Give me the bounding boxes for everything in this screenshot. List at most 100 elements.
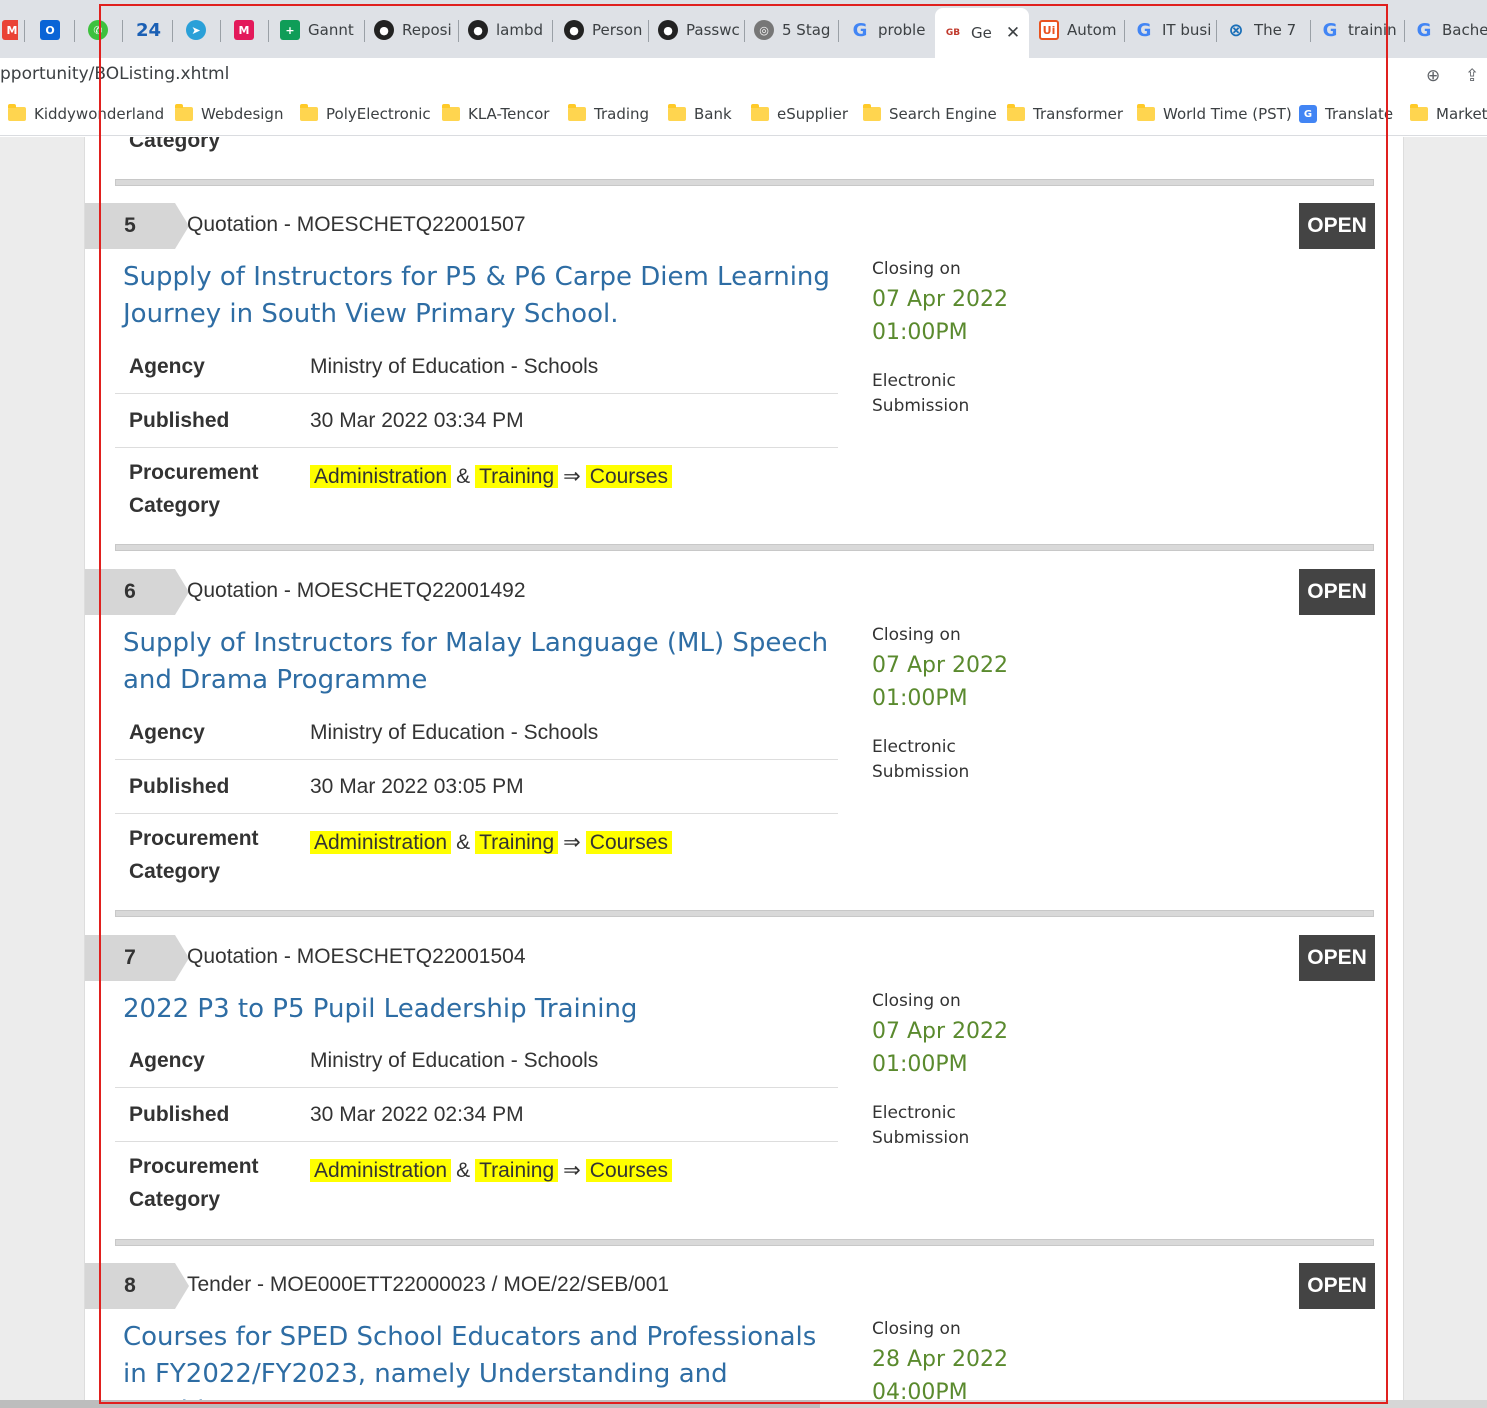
published-row: Published 30 Mar 2022 03:05 PM <box>115 760 838 814</box>
page-viewport: Category 5 Quotation - MOESCHETQ22001507… <box>0 137 1487 1408</box>
item-title-link[interactable]: 2022 P3 to P5 Pupil Leadership Training <box>123 991 843 1028</box>
outlook-icon: O <box>40 20 60 40</box>
item-divider <box>115 1239 1374 1246</box>
closing-date: 07 Apr 2022 01:00PM <box>872 1019 1009 1077</box>
opportunity-item-5: 5 Quotation - MOESCHETQ22001507 OPEN Sup… <box>85 203 1405 543</box>
tab-24[interactable]: 24 <box>128 12 172 48</box>
tab-5-stages[interactable]: ◎ 5 Stag <box>746 12 836 48</box>
item-details: Agency Ministry of Education - Schools P… <box>115 1035 838 1222</box>
tab-the-7[interactable]: ⊗ The 7 <box>1218 12 1308 48</box>
status-badge: OPEN <box>1299 569 1375 615</box>
item-title-link[interactable]: Courses for SPED School Educators and Pr… <box>123 1319 843 1408</box>
bookmark-transformer[interactable]: Transformer <box>1007 104 1123 123</box>
item-number: 8 <box>85 1263 189 1309</box>
procurement-category-row: Procurement Category Administration & Train… <box>115 1142 838 1222</box>
gmail-icon: M <box>2 20 18 40</box>
tab-whatsapp[interactable]: ✆ <box>80 12 120 48</box>
procurement-category-value: Administration & Training ⇒ Courses <box>310 1154 672 1187</box>
item-number: 5 <box>85 203 189 249</box>
tab-autom[interactable]: Ui Autom <box>1031 12 1121 48</box>
tab-telegram[interactable]: ➤ <box>178 12 218 48</box>
item-reference: Quotation - MOESCHETQ22001492 <box>187 579 526 602</box>
opportunity-item-7: 7 Quotation - MOESCHETQ22001504 OPEN 202… <box>85 935 1405 1240</box>
procurement-category-value: Administration & Training ⇒ Courses <box>310 460 672 493</box>
tab-app-m[interactable]: M <box>226 12 266 48</box>
item-details: Agency Ministry of Education - Schools P… <box>115 341 838 528</box>
submission-method: Electronic Submission <box>872 737 970 782</box>
gebiz-icon: GB <box>945 28 961 38</box>
category-tag: Training <box>475 1159 559 1182</box>
published-label: Published <box>129 409 230 432</box>
item-divider <box>115 544 1374 551</box>
folder-icon <box>8 104 26 121</box>
tab-bachelor[interactable]: G Bachel <box>1406 12 1487 48</box>
procurement-category-value: Administration & Training ⇒ Courses <box>310 826 672 859</box>
tab-problem[interactable]: G proble <box>842 12 932 48</box>
folder-icon <box>751 104 769 121</box>
bookmark-kla-tencor[interactable]: KLA-Tencor <box>442 104 549 123</box>
closing-info: Closing on 07 Apr 2022 01:00PM Electronic… <box>872 625 1012 785</box>
bookmark-trading[interactable]: Trading <box>568 104 649 123</box>
published-row: Published 30 Mar 2022 02:34 PM <box>115 1088 838 1142</box>
closing-info: Closing on 28 Apr 2022 04:00PM <box>872 1319 1008 1408</box>
bookmark-polyelectronic[interactable]: PolyElectronic <box>300 104 431 123</box>
bookmark-esupplier[interactable]: eSupplier <box>751 104 848 123</box>
share-icon[interactable]: ⇪ <box>1465 66 1479 86</box>
folder-icon <box>175 104 193 121</box>
published-value: 30 Mar 2022 02:34 PM <box>310 1103 524 1126</box>
bookmark-webdesign[interactable]: Webdesign <box>175 104 283 123</box>
bookmarks-bar: Kiddywonderland Webdesign PolyElectronic… <box>0 94 1487 136</box>
procurement-category-label: Procurement Category <box>129 461 259 517</box>
bookmark-bank[interactable]: Bank <box>668 104 732 123</box>
category-tag: Courses <box>585 831 672 854</box>
tab-lambda[interactable]: ● lambd <box>460 12 550 48</box>
agency-row: Agency Ministry of Education - Schools <box>115 1035 838 1088</box>
closing-on-label: Closing on <box>872 259 961 279</box>
status-badge: OPEN <box>1299 935 1375 981</box>
scrollbar-thumb[interactable] <box>0 1400 820 1408</box>
agency-value: Ministry of Education - Schools <box>310 1049 599 1072</box>
bookmark-search-engine[interactable]: Search Engine <box>863 104 997 123</box>
tab-gebiz-active[interactable]: GB Ge ✕ <box>935 8 1029 58</box>
published-label: Published <box>129 1103 230 1126</box>
bookmark-kiddywonderland[interactable]: Kiddywonderland <box>8 104 164 123</box>
url-text[interactable]: pportunity/BOListing.xhtml <box>0 64 229 84</box>
horizontal-scrollbar[interactable] <box>0 1400 1487 1408</box>
bookmark-marketing[interactable]: Marketi <box>1410 104 1487 123</box>
app-m-icon: M <box>234 20 254 40</box>
tab-person[interactable]: ● Person <box>556 12 646 48</box>
globe-icon: ◎ <box>754 20 774 40</box>
address-bar[interactable]: pportunity/BOListing.xhtml ⊕ ⇪ <box>0 58 1487 94</box>
status-badge: OPEN <box>1299 1263 1375 1309</box>
tab-it-business[interactable]: G IT busi <box>1126 12 1216 48</box>
google-icon: G <box>1322 19 1338 41</box>
closing-on-label: Closing on <box>872 625 961 645</box>
zoom-icon[interactable]: ⊕ <box>1426 66 1440 86</box>
agency-value: Ministry of Education - Schools <box>310 721 599 744</box>
tab-training[interactable]: G trainin <box>1312 12 1402 48</box>
published-value: 30 Mar 2022 03:34 PM <box>310 409 524 432</box>
close-icon[interactable]: ✕ <box>1006 23 1020 43</box>
category-tag: Administration <box>310 465 452 488</box>
github-icon: ● <box>468 20 488 40</box>
folder-icon <box>300 104 318 121</box>
browser-tab-strip: M O ✆ 24 ➤ M + Gannt ● Reposi ● lambd ● … <box>0 0 1487 58</box>
translate-icon: G <box>1299 105 1317 123</box>
tab-gannt[interactable]: + Gannt <box>272 12 364 48</box>
published-row: Published 30 Mar 2022 03:34 PM <box>115 394 838 448</box>
tab-password[interactable]: ● Passwc <box>650 12 740 48</box>
closing-date: 28 Apr 2022 04:00PM <box>872 1347 1009 1405</box>
tab-gmail[interactable]: M <box>0 12 18 48</box>
tab-reposi[interactable]: ● Reposi <box>366 12 456 48</box>
closing-date: 07 Apr 2022 01:00PM <box>872 287 1009 345</box>
closing-info: Closing on 07 Apr 2022 01:00PM Electronic… <box>872 991 1012 1151</box>
tab-outlook[interactable]: O <box>32 12 72 48</box>
item-title-link[interactable]: Supply of Instructors for Malay Language… <box>123 625 843 699</box>
procurement-category-row: Procurement Category Administration & Train… <box>115 814 838 894</box>
item-title-link[interactable]: Supply of Instructors for P5 & P6 Carpe … <box>123 259 843 333</box>
opportunity-item-8: 8 Tender - MOE000ETT22000023 / MOE/22/SE… <box>85 1263 1405 1408</box>
bookmark-translate[interactable]: G Translate <box>1299 105 1393 123</box>
bookmark-world-time[interactable]: World Time (PST) <box>1137 104 1292 123</box>
uipath-icon: Ui <box>1039 20 1059 40</box>
item-number: 6 <box>85 569 189 615</box>
